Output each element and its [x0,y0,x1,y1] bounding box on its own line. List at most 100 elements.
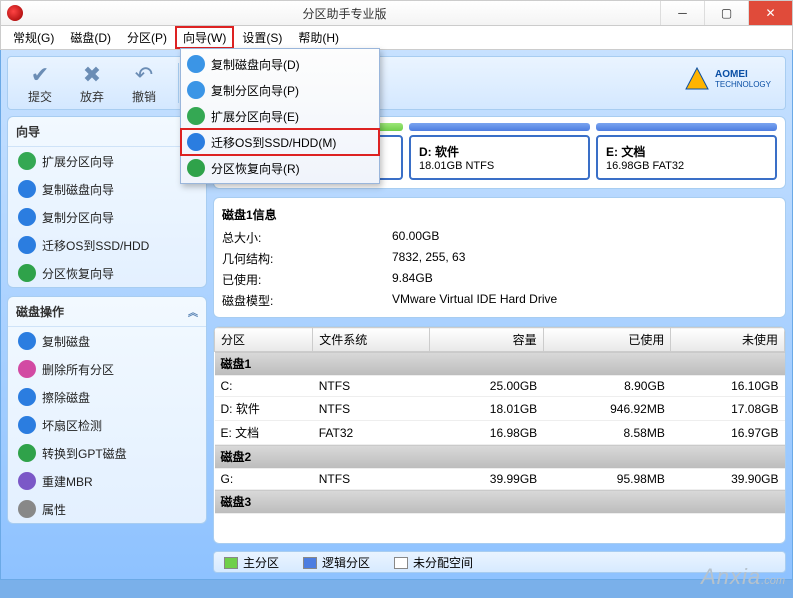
info-cell: 7832, 255, 63 [392,250,777,267]
menu-设置(S)[interactable]: 设置(S) [234,26,290,49]
dropdown-item-label: 分区恢复向导(R) [211,160,300,177]
dropdown-item-icon [187,55,205,73]
wizard-panel: 向导︽ 扩展分区向导复制磁盘向导复制分区向导迁移OS到SSD/HDD分区恢复向导 [7,116,207,288]
sidebar-item[interactable]: 扩展分区向导 [8,147,206,175]
sidebar-item[interactable]: 属性 [8,495,206,523]
info-cell: 几何结构: [222,250,392,267]
table-row[interactable]: G:NTFS39.99GB95.98MB39.90GB [215,469,785,490]
sidebar-item-label: 属性 [42,501,66,518]
minimize-button[interactable]: ─ [660,1,704,25]
item-icon [18,236,36,254]
col-header[interactable]: 文件系统 [313,328,430,352]
dropdown-item-icon [187,159,205,177]
diskops-panel: 磁盘操作 ︽ 复制磁盘删除所有分区擦除磁盘坏扇区检测转换到GPT磁盘重建MBR 属性 [7,296,207,524]
item-icon [18,388,36,406]
close-button[interactable]: ✕ [748,1,792,25]
menu-常规(G)[interactable]: 常规(G) [5,26,62,49]
window-title: 分区助手专业版 [29,5,660,22]
item-icon [18,472,36,490]
sidebar-item[interactable]: 坏扇区检测 [8,411,206,439]
sidebar-item-label: 复制分区向导 [42,209,114,226]
maximize-button[interactable]: ▢ [704,1,748,25]
col-header[interactable]: 分区 [215,328,313,352]
item-icon [18,180,36,198]
undo-icon: ↶ [122,62,166,88]
sidebar-item-label: 迁移OS到SSD/HDD [42,237,149,254]
dropdown-item[interactable]: 迁移OS到SSD/HDD(M) [181,129,379,155]
sidebar-item-label: 分区恢复向导 [42,265,114,282]
aomei-icon [683,65,711,93]
logical-swatch [303,557,317,569]
partition-box[interactable]: E: 文档16.98GB FAT32 [596,135,777,180]
col-header[interactable]: 已使用 [543,328,671,352]
partition-table: 分区文件系统容量已使用未使用 磁盘1C:NTFS25.00GB8.90GB16.… [214,327,785,514]
sidebar-item-label: 扩展分区向导 [42,153,114,170]
dropdown-item[interactable]: 分区恢复向导(R) [181,155,379,181]
table-row[interactable]: E: 文档FAT3216.98GB8.58MB16.97GB [215,421,785,445]
sidebar-item-label: 删除所有分区 [42,361,114,378]
sidebar-item[interactable]: 复制磁盘向导 [8,175,206,203]
sidebar-item[interactable]: 重建MBR [8,467,206,495]
menu-分区(P)[interactable]: 分区(P) [119,26,175,49]
dropdown-item[interactable]: 复制分区向导(P) [181,77,379,103]
item-icon [18,152,36,170]
item-icon [18,264,36,282]
shell: ✔提交 ✖放弃 ↶撤销 AOMEITECHNOLOGY 向导︽ 扩展分区向导复制… [0,50,793,580]
check-icon: ✔ [18,62,62,88]
info-cell: 9.84GB [392,271,777,288]
toolbar: ✔提交 ✖放弃 ↶撤销 AOMEITECHNOLOGY [7,56,786,110]
submit-button[interactable]: ✔提交 [18,62,62,105]
dropdown-item-label: 复制分区向导(P) [211,82,299,99]
info-cell: 磁盘模型: [222,292,392,309]
sidebar-item[interactable]: 分区恢复向导 [8,259,206,287]
sidebar-item[interactable]: 删除所有分区 [8,355,206,383]
sidebar-item-label: 复制磁盘 [42,333,90,350]
sidebar-item[interactable]: 转换到GPT磁盘 [8,439,206,467]
dropdown-item[interactable]: 复制磁盘向导(D) [181,51,379,77]
x-icon: ✖ [70,62,114,88]
dropdown-item[interactable]: 扩展分区向导(E) [181,103,379,129]
wizard-dropdown: 复制磁盘向导(D) 复制分区向导(P) 扩展分区向导(E)迁移OS到SSD/HDD(… [180,48,380,184]
sidebar-item[interactable]: 复制分区向导 [8,203,206,231]
table-row[interactable]: C:NTFS25.00GB8.90GB16.10GB [215,376,785,397]
table-row[interactable]: D: 软件NTFS18.01GB946.92MB17.08GB [215,397,785,421]
partition-table-card: 分区文件系统容量已使用未使用 磁盘1C:NTFS25.00GB8.90GB16.… [213,326,786,544]
wizard-panel-title: 向导 [16,123,40,140]
undo-button[interactable]: ↶撤销 [122,62,166,105]
col-header[interactable]: 容量 [430,328,544,352]
item-icon [18,360,36,378]
partition-box[interactable]: D: 软件18.01GB NTFS [409,135,590,180]
sidebar-item-label: 转换到GPT磁盘 [42,445,127,462]
diskops-panel-title: 磁盘操作 [16,303,64,320]
toolbar-separator [178,63,179,103]
menu-帮助(H)[interactable]: 帮助(H) [290,26,347,49]
sidebar-item[interactable]: 迁移OS到SSD/HDD [8,231,206,259]
group-header[interactable]: 磁盘2 [215,445,785,469]
dropdown-item-icon [187,107,205,125]
menu-磁盘(D)[interactable]: 磁盘(D) [62,26,119,49]
titlebar: 分区助手专业版 ─ ▢ ✕ [0,0,793,26]
unalloc-swatch [394,557,408,569]
group-header[interactable]: 磁盘1 [215,352,785,376]
info-cell: 总大小: [222,229,392,246]
bottom-strip [0,580,793,598]
sidebar-item[interactable]: 复制磁盘 [8,327,206,355]
watermark: Anxia.com [701,564,785,590]
dropdown-item-icon [187,81,205,99]
legend-primary: 主分区 [243,556,279,570]
item-icon [18,444,36,462]
sidebar-item[interactable]: 擦除磁盘 [8,383,206,411]
collapse-icon[interactable]: ︽ [188,304,198,319]
item-icon [18,416,36,434]
menubar: 常规(G)磁盘(D)分区(P)向导(W)设置(S)帮助(H) [0,26,793,50]
discard-button[interactable]: ✖放弃 [70,62,114,105]
sidebar-item-label: 重建MBR [42,473,93,490]
menu-向导(W)[interactable]: 向导(W) [175,26,234,49]
col-header[interactable]: 未使用 [671,328,785,352]
brand-logo: AOMEITECHNOLOGY [683,65,771,93]
left-sidebar: 向导 ︽ 扩展分区向导复制磁盘向导复制分区向导迁移OS到SSD/HDD 分区恢复向导… [7,116,207,573]
info-cell: VMware Virtual IDE Hard Drive [392,292,777,309]
group-header[interactable]: 磁盘3 [215,490,785,514]
item-icon [18,208,36,226]
content-area: C:25.00GB NTFSD: 软件18.01GB NTFSE: 文档16.9… [213,116,786,573]
